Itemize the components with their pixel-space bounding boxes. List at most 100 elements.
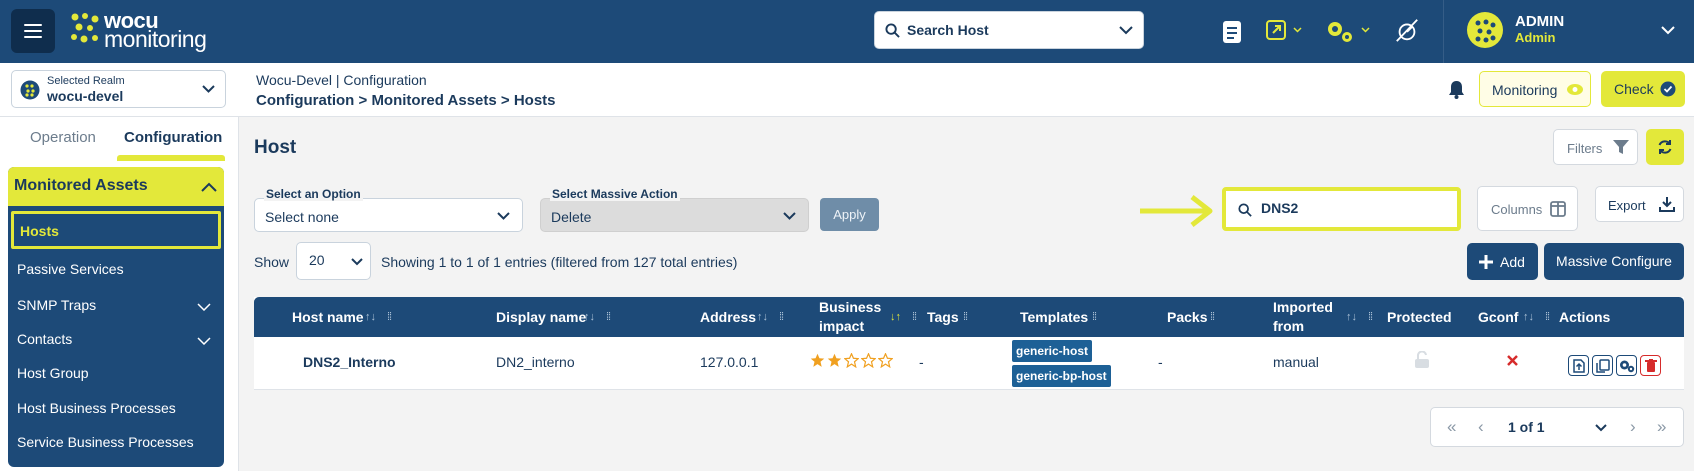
external-link-menu[interactable] [1265,19,1305,43]
sort-icon[interactable]: ↑↓ [757,311,768,323]
tab-configuration[interactable]: Configuration [124,129,222,146]
gears-icon [1328,22,1352,42]
active-tab-indicator [117,155,225,161]
sidebar-item-contacts[interactable]: Contacts [8,329,224,353]
chevron-down-icon [202,85,215,93]
hamburger-line [24,36,42,38]
breadcrumb-configuration[interactable]: Configuration [256,92,354,109]
check-label: Check [1614,81,1654,97]
sidebar-item-service-business-processes[interactable]: Service Business Processes [17,434,194,450]
breadcrumb-monitored-assets[interactable]: Monitored Assets [371,92,496,109]
sidebar-item-passive-services[interactable]: Passive Services [17,261,124,277]
check-circle-icon [1660,81,1676,97]
col-tags[interactable]: Tags [927,309,959,325]
drag-handle-icon[interactable]: ⁞⁞ [1545,311,1550,323]
col-host-name[interactable]: Host name [292,309,364,325]
export-button[interactable]: Export [1595,186,1684,222]
chevron-down-icon [783,212,796,220]
col-templates[interactable]: Templates [1020,309,1088,325]
sort-icon[interactable]: ↑↓ [365,311,376,323]
tab-operation[interactable]: Operation [30,129,96,146]
top-navbar: wocu monitoring Search Host ADMIN Admin [0,0,1694,63]
columns-button[interactable]: Columns [1477,186,1578,231]
select-option-dropdown[interactable]: Select none [254,198,523,232]
cross-icon [1507,355,1518,366]
drag-handle-icon[interactable]: ⁞⁞ [1092,311,1097,323]
sort-icon[interactable]: ↑↓ [1523,311,1534,323]
drag-handle-icon[interactable]: ⁞⁞ [1210,311,1215,323]
export-host-button[interactable] [1568,355,1589,376]
hamburger-line [24,30,42,32]
next-page-button[interactable]: › [1630,417,1636,437]
col-packs[interactable]: Packs [1167,309,1207,325]
user-menu[interactable]: ADMIN Admin [1443,0,1694,63]
sidebar-group-monitored-assets[interactable]: Monitored Assets [8,167,224,206]
refresh-button[interactable] [1646,129,1684,165]
hamburger-menu-button[interactable] [11,9,55,53]
search-host-select[interactable]: Search Host [874,11,1144,49]
settings-menu[interactable] [1325,17,1371,45]
address-cell: 127.0.0.1 [700,354,759,370]
prev-page-button[interactable]: ‹ [1478,417,1484,437]
drag-handle-icon[interactable]: ⁞⁞ [912,311,917,323]
sidebar-item-host-business-processes[interactable]: Host Business Processes [17,400,176,416]
add-label: Add [1500,254,1525,270]
realm-label: Selected Realm [47,75,125,87]
chevron-down-icon[interactable] [1595,424,1607,432]
sort-active-icon[interactable]: ↓↑ [890,311,901,323]
document-icon[interactable] [1222,19,1242,45]
search-icon [885,23,900,38]
eye-icon [1567,84,1583,95]
sidebar-item-host-group[interactable]: Host Group [17,365,89,381]
last-page-button[interactable]: » [1657,417,1666,437]
massive-action-label: Select Massive Action [550,187,680,201]
col-display-name[interactable]: Display name [496,309,586,325]
add-button[interactable]: Add [1467,243,1538,280]
apply-button[interactable]: Apply [820,198,879,231]
star-filled-icon [827,353,842,367]
col-protected[interactable]: Protected [1387,309,1452,325]
sidebar-item-label: Contacts [17,331,73,347]
star-empty-icon [844,353,859,368]
sidebar-item-hosts[interactable]: Hosts [11,211,221,249]
realm-select[interactable]: Selected Realm wocu-devel [11,70,226,108]
drag-handle-icon[interactable]: ⁞⁞ [387,311,392,323]
template-badge[interactable]: generic-host [1012,340,1093,362]
bell-icon[interactable] [1448,80,1465,99]
sidebar-item-label: SNMP Traps [17,297,97,313]
page-size-select[interactable]: 20 [296,242,371,280]
table-search-input[interactable]: DNS2 [1222,187,1461,231]
clone-host-button[interactable] [1592,355,1613,376]
col-gconf[interactable]: Gconf [1478,309,1518,325]
sort-icon[interactable]: ↑↓ [584,311,595,323]
copy-icon [1596,359,1610,373]
sidebar-item-snmp-traps[interactable]: SNMP Traps [8,295,224,319]
template-badge[interactable]: generic-bp-host [1012,365,1111,387]
check-button[interactable]: Check [1601,71,1685,107]
star-filled-icon [810,353,825,367]
sort-icon[interactable]: ↑↓ [1346,311,1357,323]
drag-handle-icon[interactable]: ⁞⁞ [963,311,968,323]
col-imported-from[interactable]: Imported from [1273,298,1333,336]
delete-host-button[interactable] [1640,355,1661,376]
chevron-down-icon [351,258,363,266]
col-address[interactable]: Address [700,309,756,325]
no-monitoring-icon[interactable] [1393,17,1421,43]
configure-host-button[interactable] [1616,355,1637,376]
filters-button[interactable]: Filters [1553,129,1638,165]
breadcrumb-separator: > [500,92,510,109]
drag-handle-icon[interactable]: ⁞⁞ [606,311,611,323]
drag-handle-icon[interactable]: ⁞⁞ [1368,311,1373,323]
wocu-logo[interactable]: wocu monitoring [70,10,207,52]
col-imported-from-line1: Imported [1273,299,1333,315]
star-empty-icon [878,353,893,368]
drag-handle-icon[interactable]: ⁞⁞ [779,311,784,323]
first-page-button[interactable]: « [1447,417,1456,437]
massive-configure-button[interactable]: Massive Configure [1544,243,1684,280]
host-name-link[interactable]: DNS2_Interno [303,354,396,370]
col-business-impact[interactable]: Business impact [819,298,881,336]
massive-action-dropdown[interactable]: Delete [540,198,809,232]
monitoring-button[interactable]: Monitoring [1479,71,1591,107]
sidebar: Operation Configuration Monitored Assets… [0,117,239,471]
select-option-value: Select none [265,209,339,225]
